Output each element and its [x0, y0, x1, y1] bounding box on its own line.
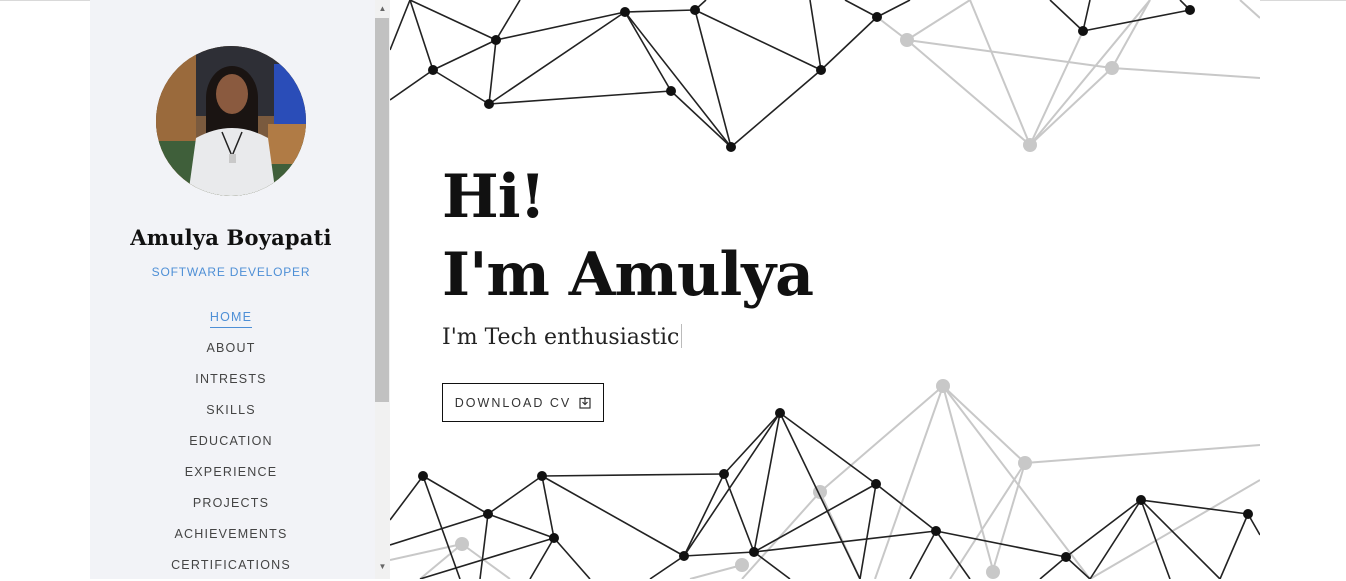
- nav-item-label[interactable]: EDUCATION: [189, 434, 273, 451]
- sidebar-scrollbar[interactable]: ▲ ▼: [375, 0, 390, 579]
- nav-item-label[interactable]: HOME: [209, 310, 253, 328]
- hero-name: I'm Amulya: [442, 240, 814, 310]
- download-cv-button[interactable]: DOWNLOAD CV: [442, 383, 604, 422]
- sidebar-nav: HOME ABOUT INTRESTS SKILLS EDUCATION EXP…: [90, 302, 372, 581]
- nav-item-certifications[interactable]: CERTIFICATIONS: [90, 550, 372, 581]
- scroll-down-arrow-icon[interactable]: ▼: [375, 560, 390, 574]
- profile-name: Amulya Boyapati: [130, 225, 332, 250]
- nav-item-label[interactable]: ABOUT: [206, 341, 255, 358]
- profile-photo-icon: [156, 46, 306, 196]
- hero-subtitle: I'm Tech enthusiastic: [442, 324, 683, 350]
- hero-greeting: Hi!: [442, 162, 546, 232]
- nav-item-about[interactable]: ABOUT: [90, 333, 372, 364]
- nav-item-achievements[interactable]: ACHIEVEMENTS: [90, 519, 372, 550]
- hero-heading: Hi! I'm Amulya: [442, 158, 814, 314]
- scroll-thumb[interactable]: [375, 18, 389, 402]
- nav-item-experience[interactable]: EXPERIENCE: [90, 457, 372, 488]
- typed-text: I'm Tech enthusiastic: [442, 325, 680, 350]
- scroll-up-arrow-icon[interactable]: ▲: [375, 2, 390, 16]
- avatar: [156, 46, 306, 196]
- nav-item-skills[interactable]: SKILLS: [90, 395, 372, 426]
- nav-item-intrests[interactable]: INTRESTS: [90, 364, 372, 395]
- nav-item-education[interactable]: EDUCATION: [90, 426, 372, 457]
- sidebar: Amulya Boyapati SOFTWARE DEVELOPER HOME …: [90, 0, 390, 579]
- hero-section: Hi! I'm Amulya I'm Tech enthusiastic DOW…: [390, 0, 1260, 579]
- nav-item-label[interactable]: PROJECTS: [193, 496, 269, 513]
- nav-item-label[interactable]: EXPERIENCE: [185, 465, 278, 482]
- download-cv-label: DOWNLOAD CV: [454, 395, 572, 410]
- download-file-icon: [579, 396, 591, 409]
- profile-role: SOFTWARE DEVELOPER: [151, 265, 311, 279]
- nav-item-label[interactable]: ACHIEVEMENTS: [174, 527, 287, 544]
- nav-item-projects[interactable]: PROJECTS: [90, 488, 372, 519]
- nav-item-home[interactable]: HOME: [90, 302, 372, 333]
- nav-item-label[interactable]: SKILLS: [206, 403, 256, 420]
- nav-item-label[interactable]: CERTIFICATIONS: [171, 558, 291, 575]
- typing-cursor: [681, 324, 683, 348]
- nav-item-label[interactable]: INTRESTS: [195, 372, 266, 389]
